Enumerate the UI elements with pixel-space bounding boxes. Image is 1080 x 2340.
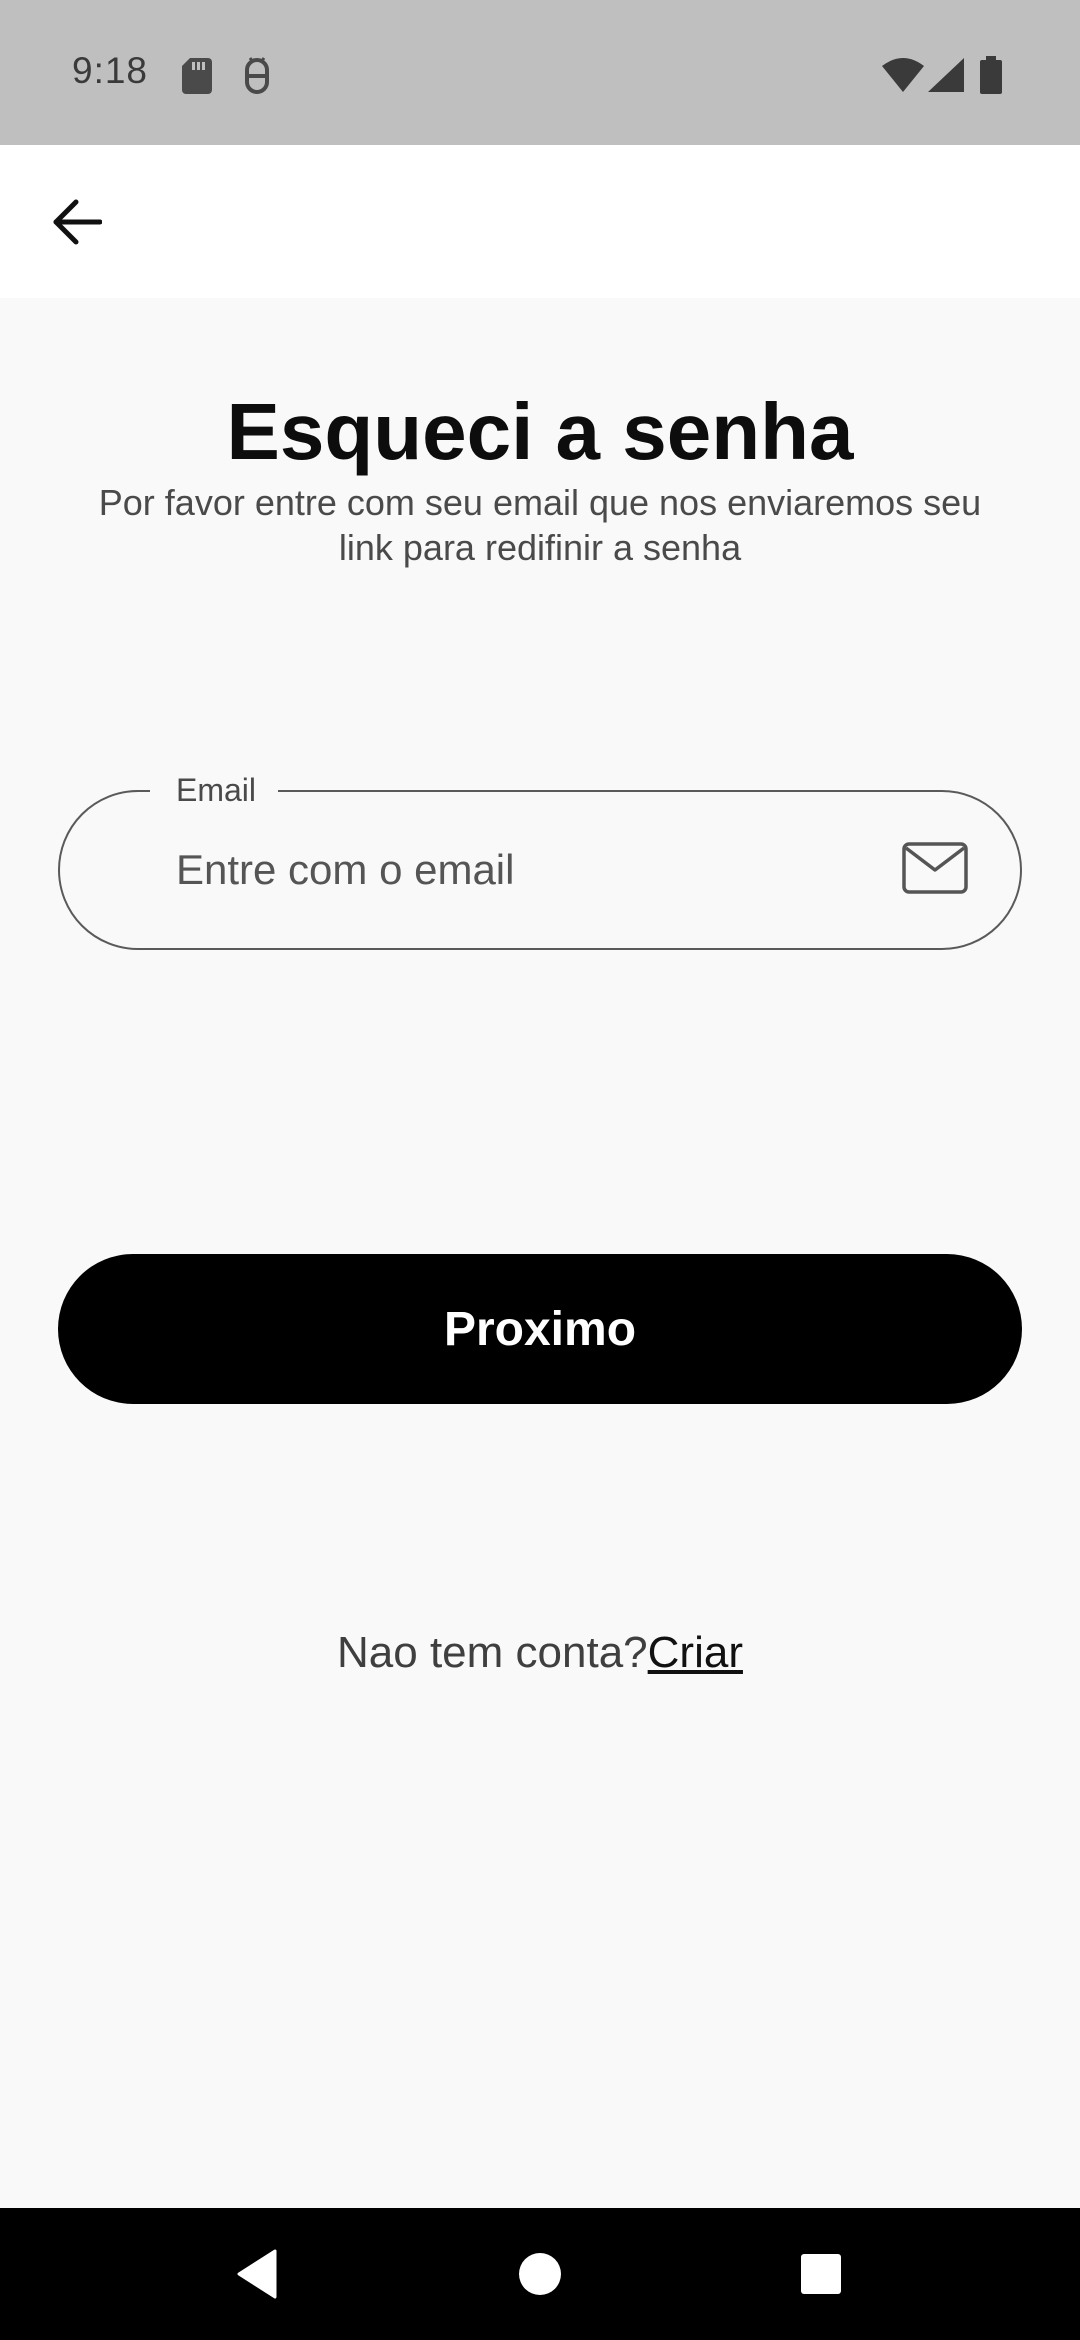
status-time: 9:18: [72, 50, 149, 91]
email-label: Email: [150, 770, 279, 810]
email-field[interactable]: Email: [58, 770, 1022, 950]
recents-square-icon: [801, 2254, 841, 2294]
back-button[interactable]: [36, 181, 118, 263]
system-nav-bar: [0, 2208, 1080, 2340]
battery-icon: [980, 56, 1002, 94]
arrow-back-icon: [53, 199, 102, 245]
android-debug-icon: [245, 57, 269, 94]
signup-prompt: Nao tem conta?: [337, 1628, 648, 1677]
page-title: Esqueci a senha: [226, 387, 854, 476]
next-button[interactable]: Proximo: [58, 1254, 1022, 1404]
main-content: Esqueci a senha Por favor entre com seu …: [0, 298, 1080, 2208]
cellular-signal-icon: [928, 58, 964, 92]
mail-icon: [902, 842, 968, 894]
create-account-link[interactable]: Criar: [648, 1628, 743, 1677]
back-triangle-icon: [237, 2249, 277, 2299]
sd-card-icon: [182, 58, 212, 94]
home-circle-icon: [519, 2253, 561, 2295]
status-bar: 9:18: [0, 0, 1080, 145]
page-subtitle: Por favor entre com seu email que nos en…: [98, 482, 982, 568]
nav-back-button[interactable]: [221, 2238, 293, 2310]
email-input[interactable]: [174, 832, 874, 908]
app-bar: [0, 145, 1080, 298]
signup-row: Nao tem conta?Criar: [0, 1628, 1080, 1678]
nav-recents-button[interactable]: [785, 2238, 857, 2310]
wifi-icon: [882, 58, 924, 92]
nav-home-button[interactable]: [504, 2238, 576, 2310]
